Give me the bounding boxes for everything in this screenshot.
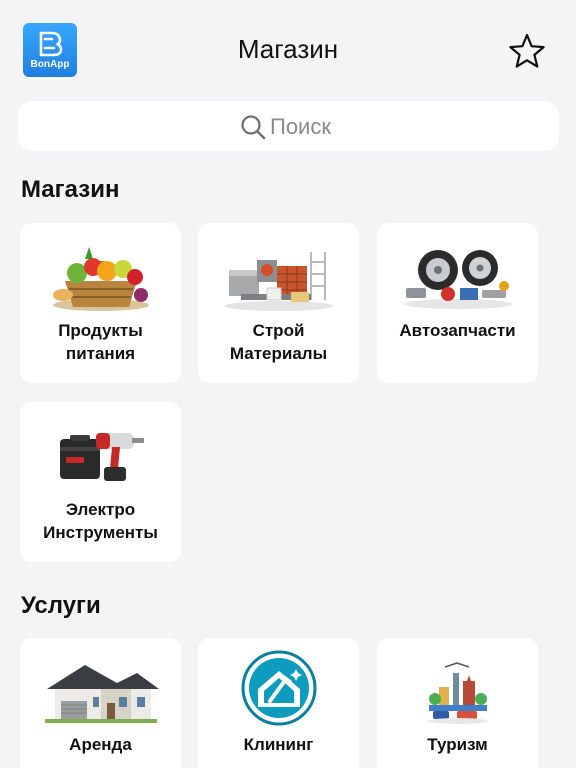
search-icon [241, 115, 266, 140]
grocery-basket-image [20, 237, 181, 317]
section-title-services: Услуги [21, 592, 101, 619]
category-card-power-tools[interactable]: Электро Инструменты [20, 402, 181, 562]
service-label: Клининг [243, 735, 314, 754]
category-label: Продукты питания [58, 321, 143, 363]
service-card-cleaning[interactable]: Клининг [198, 638, 359, 768]
favorites-star-icon[interactable] [508, 32, 546, 70]
page-title: Магазин [237, 34, 339, 64]
service-label: Аренда [69, 735, 132, 754]
section-title-shop: Магазин [21, 176, 120, 203]
service-card-tourism[interactable]: Туризм [377, 638, 538, 768]
house-image [20, 652, 181, 732]
category-label: Автозапчасти [399, 321, 516, 340]
service-label: Туризм [427, 735, 488, 754]
category-card-groceries[interactable]: Продукты питания [20, 223, 181, 383]
search-bar[interactable]: Поиск [18, 101, 559, 151]
travel-landmarks-image [377, 652, 538, 732]
cleaning-house-icon [198, 648, 359, 728]
category-card-building-materials[interactable]: Строй Материалы [198, 223, 359, 383]
search-placeholder: Поиск [270, 114, 331, 139]
category-card-car-parts[interactable]: Автозапчасти [377, 223, 538, 383]
power-drill-image [20, 416, 181, 496]
service-card-rent[interactable]: Аренда [20, 638, 181, 768]
building-materials-image [198, 237, 359, 317]
category-label: Электро Инструменты [43, 500, 158, 542]
app-header: BonApp Магазин [0, 0, 576, 96]
category-label: Строй Материалы [229, 321, 328, 363]
car-parts-image [377, 237, 538, 317]
